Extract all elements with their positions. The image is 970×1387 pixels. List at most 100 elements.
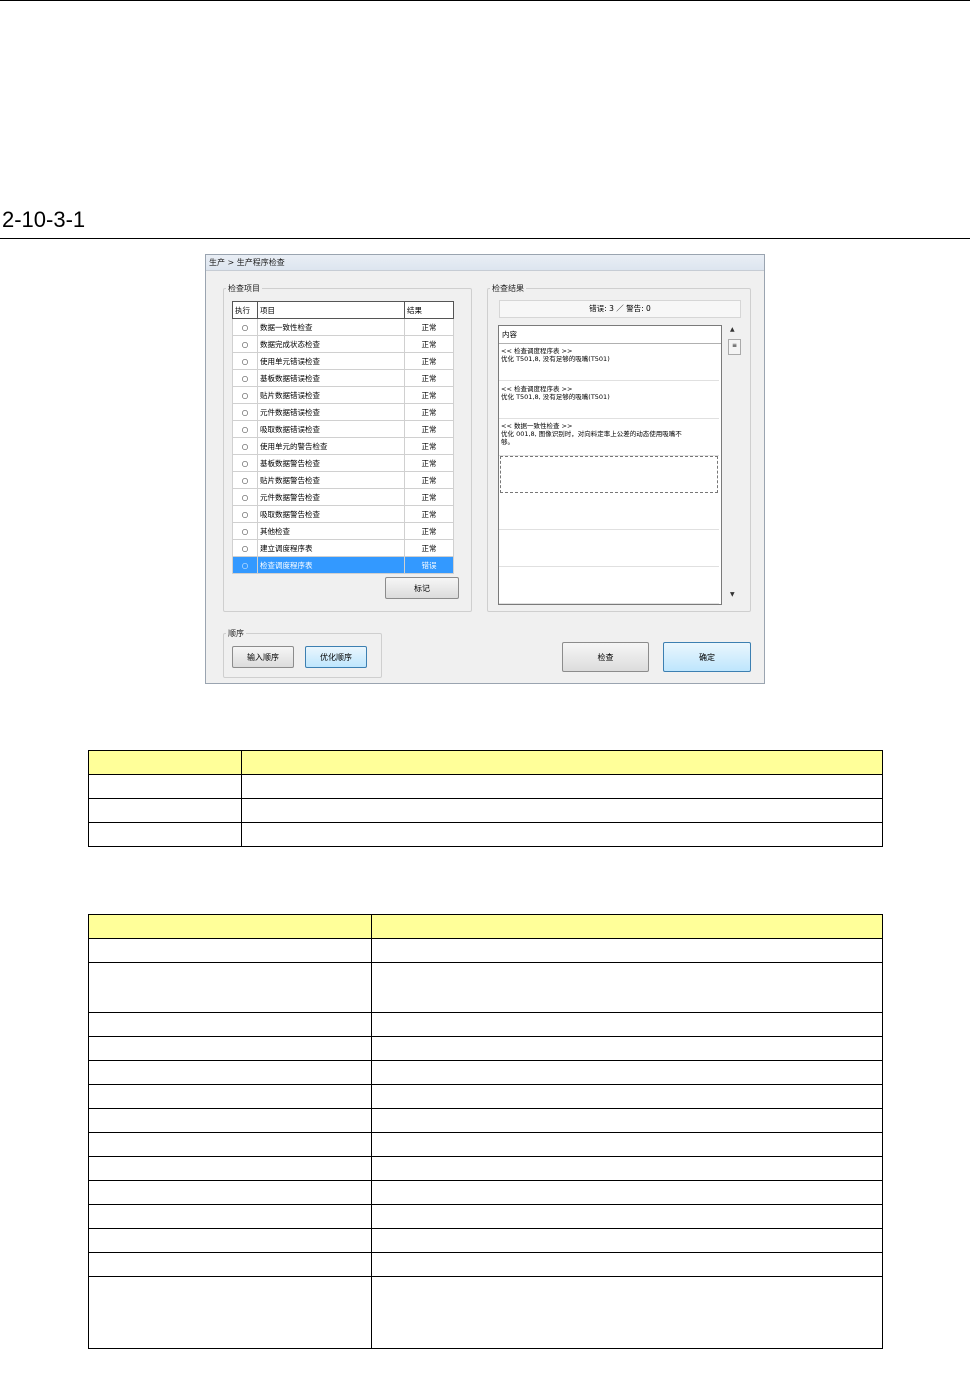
result-message-empty[interactable]: [499, 493, 719, 530]
check-button[interactable]: 检查: [562, 642, 649, 672]
result-cell: 正常: [404, 471, 454, 489]
check-item-row[interactable]: ○ 贴片数据警告检查 正常: [232, 471, 454, 489]
scroll-down-icon[interactable]: ▼: [730, 591, 735, 598]
check-items-group-label: 检查项目: [226, 283, 262, 294]
execute-cell: ○: [232, 556, 258, 574]
result-message[interactable]: << 数据一致性检查 >> 优化 001,8, 图像识别时，对向料定率上公差的动…: [499, 419, 719, 456]
table-row: [88, 774, 883, 799]
results-list[interactable]: 内容 << 检查调度程序表 >> 优化 T501,8, 没有足够的吸嘴(T501…: [498, 325, 722, 605]
item-name-cell: 吸取数据警告检查: [257, 505, 405, 523]
check-item-row[interactable]: ○ 贴片数据错误检查 正常: [232, 386, 454, 404]
check-item-row[interactable]: ○ 数据完成状态检查 正常: [232, 335, 454, 353]
item-name-cell: 数据完成状态检查: [257, 335, 405, 353]
message-title: << 检查调度程序表 >>: [501, 385, 573, 393]
table-cell: [241, 774, 883, 799]
table-cell: [88, 938, 372, 963]
input-order-button[interactable]: 输入顺序: [232, 646, 294, 668]
check-item-row[interactable]: ○ 使用单元错误检查 正常: [232, 352, 454, 370]
message-title: << 数据一致性检查 >>: [501, 422, 573, 430]
result-message-empty[interactable]: [499, 530, 719, 567]
execute-cell: ○: [232, 471, 258, 489]
table-cell: [88, 1108, 372, 1133]
check-item-row[interactable]: ○ 建立调度程序表 正常: [232, 539, 454, 557]
table-cell: [88, 1180, 372, 1205]
sequence-group-label: 顺序: [226, 628, 246, 639]
table-cell: [88, 1276, 372, 1349]
table-cell: [88, 914, 372, 939]
table-row: [88, 1156, 883, 1181]
table-cell: [88, 1036, 372, 1061]
table-cell: [371, 1012, 883, 1037]
check-item-row[interactable]: ○ 吸取数据警告检查 正常: [232, 505, 454, 523]
table-row: [88, 938, 883, 963]
check-item-row[interactable]: ○ 数据一致性检查 正常: [232, 318, 454, 336]
execute-cell: ○: [232, 352, 258, 370]
result-cell: 正常: [404, 369, 454, 387]
execute-cell: ○: [232, 318, 258, 336]
table-cell: [241, 750, 883, 775]
result-message[interactable]: << 检查调度程序表 >> 优化 T501,8, 没有足够的吸嘴(T501): [499, 382, 719, 419]
execute-cell: ○: [232, 420, 258, 438]
item-name-cell: 使用单元的警告检查: [257, 437, 405, 455]
mark-button[interactable]: 标记: [385, 577, 459, 599]
message-text: 优化 T501,8, 没有足够的吸嘴(T501): [501, 393, 610, 401]
result-message-empty[interactable]: [499, 567, 719, 604]
optimize-order-button[interactable]: 优化顺序: [305, 646, 367, 668]
table-row: [88, 1276, 883, 1349]
table-cell: [88, 1084, 372, 1109]
table-cell: [88, 1156, 372, 1181]
result-message-empty-focused[interactable]: [500, 456, 718, 493]
message-text-cont: 够。: [501, 438, 514, 446]
item-name-cell: 基板数据警告检查: [257, 454, 405, 472]
item-name-cell: 基板数据错误检查: [257, 369, 405, 387]
scroll-up-icon[interactable]: ▲: [730, 326, 735, 333]
table-row: [88, 1012, 883, 1037]
check-item-row[interactable]: ○ 基板数据错误检查 正常: [232, 369, 454, 387]
table-header-row: [88, 750, 883, 775]
check-item-row[interactable]: ○ 吸取数据错误检查 正常: [232, 420, 454, 438]
item-name-cell: 检查调度程序表: [257, 556, 405, 574]
result-cell: 正常: [404, 335, 454, 353]
check-item-row[interactable]: ○ 元件数据警告检查 正常: [232, 488, 454, 506]
table-row: [88, 1252, 883, 1277]
result-message[interactable]: << 检查调度程序表 >> 优化 T501,8, 没有足够的吸嘴(T501): [499, 344, 719, 381]
check-item-row[interactable]: ○ 基板数据警告检查 正常: [232, 454, 454, 472]
item-name-cell: 数据一致性检查: [257, 318, 405, 336]
items-body: ○ 数据一致性检查 正常 ○ 数据完成状态检查 正常 ○ 使用单元错误检查 正常 ○ 基板数据错误检…: [232, 318, 454, 574]
error-warning-summary: 错误: 3 ／ 警告: 0: [499, 300, 741, 318]
table-row: [88, 1084, 883, 1109]
results-scrollbar[interactable]: ▲ ≡ ▼: [724, 325, 741, 603]
check-item-row[interactable]: ○ 检查调度程序表 错误: [232, 556, 454, 574]
production-program-check-dialog: 生产 > 生产程序检查 检查项目 执行 项目 结果 ○ 数据一致性检查 正常 ○ 数据完…: [205, 254, 765, 684]
execute-cell: ○: [232, 437, 258, 455]
table-cell: [371, 914, 883, 939]
table-row: [88, 822, 883, 847]
table-cell: [88, 774, 242, 799]
result-cell: 正常: [404, 386, 454, 404]
table-cell: [371, 1060, 883, 1085]
table-cell: [371, 1180, 883, 1205]
title-bar: 生产 > 生产程序检查: [206, 255, 764, 271]
check-items-table: 执行 项目 结果 ○ 数据一致性检查 正常 ○ 数据完成状态检查 正常 ○ 使用单元错误检查正…: [232, 301, 454, 574]
item-name-cell: 贴片数据警告检查: [257, 471, 405, 489]
window-title: 生产 > 生产程序检查: [209, 258, 285, 267]
table-cell: [371, 1252, 883, 1277]
top-rule: [0, 0, 970, 1]
table-cell: [88, 750, 242, 775]
scroll-thumb[interactable]: ≡: [728, 339, 741, 355]
message-text: 优化 T501,8, 没有足够的吸嘴(T501): [501, 355, 610, 363]
check-item-row[interactable]: ○ 使用单元的警告检查 正常: [232, 437, 454, 455]
check-item-row[interactable]: ○ 其他检查 正常: [232, 522, 454, 540]
execute-cell: ○: [232, 386, 258, 404]
table-cell: [88, 1252, 372, 1277]
check-item-row[interactable]: ○ 元件数据错误检查 正常: [232, 403, 454, 421]
col-result: 结果: [404, 301, 454, 319]
ok-button[interactable]: 确定: [663, 642, 751, 672]
result-cell: 正常: [404, 454, 454, 472]
result-cell: 正常: [404, 437, 454, 455]
table-cell: [88, 962, 372, 1013]
table-cell: [371, 962, 883, 1013]
execute-cell: ○: [232, 454, 258, 472]
description-table-1: [88, 750, 883, 847]
result-cell: 正常: [404, 505, 454, 523]
